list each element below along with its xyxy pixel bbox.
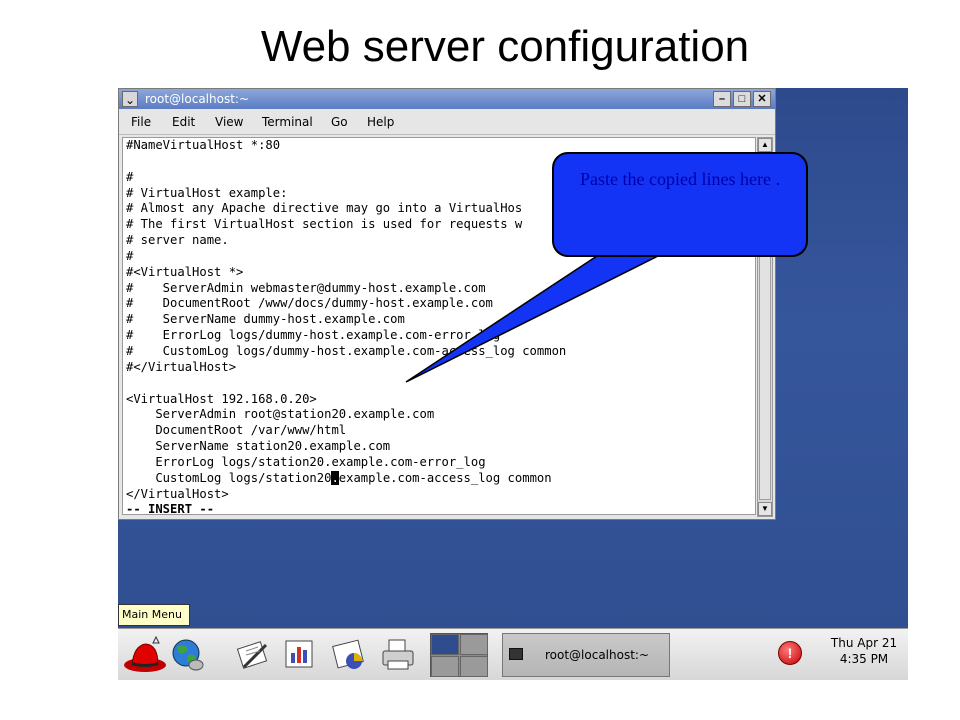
workspace-2[interactable]	[460, 634, 488, 655]
presentation-icon[interactable]	[282, 637, 318, 673]
workspace-1[interactable]	[431, 634, 459, 655]
clock-time: 4:35 PM	[839, 652, 889, 666]
terminal-line: </VirtualHost>	[126, 486, 229, 501]
scroll-down-icon[interactable]: ▼	[758, 502, 772, 516]
printer-icon[interactable]	[380, 637, 416, 673]
terminal-line: ServerAdmin root@station20.example.com	[126, 407, 435, 422]
terminal-line: # ServerAdmin webmaster@dummy-host.examp…	[126, 280, 486, 295]
terminal-line: #<VirtualHost *>	[126, 264, 244, 279]
menu-edit[interactable]: Edit	[172, 115, 195, 129]
terminal-line: #</VirtualHost>	[126, 359, 237, 374]
window-title: root@localhost:~	[145, 92, 250, 106]
terminal-line: # ServerName dummy-host.example.com	[126, 312, 405, 327]
text-cursor: .	[331, 470, 339, 485]
web-browser-icon[interactable]	[170, 637, 206, 673]
workspace-switcher[interactable]	[430, 633, 488, 677]
terminal-line: # ErrorLog logs/dummy-host.example.com-e…	[126, 328, 501, 343]
terminal-icon	[509, 648, 523, 660]
main-menu-tooltip: Main Menu	[118, 604, 190, 626]
window-menu-icon[interactable]: ⌄	[122, 91, 138, 107]
terminal-line: ErrorLog logs/station20.example.com-erro…	[126, 454, 486, 469]
menu-file[interactable]: File	[131, 115, 151, 129]
window-titlebar[interactable]: ⌄ root@localhost:~ – □ ✕	[119, 89, 775, 109]
menu-go[interactable]: Go	[331, 115, 348, 129]
redhat-main-menu-icon[interactable]	[122, 635, 168, 675]
minimize-icon[interactable]: –	[713, 91, 731, 107]
spreadsheet-icon[interactable]	[332, 637, 368, 673]
bottom-panel: root@localhost:~ ! Thu Apr 21 4:35 PM	[118, 628, 908, 680]
email-icon[interactable]	[236, 637, 272, 673]
callout-text: Paste the copied lines here .	[580, 169, 780, 189]
terminal-cursor-line: CustomLog logs/station20.example.com-acc…	[126, 470, 755, 487]
terminal-line: <VirtualHost 192.168.0.20>	[126, 391, 317, 406]
taskbar-terminal-button[interactable]: root@localhost:~	[502, 633, 670, 677]
clock-date: Thu Apr 21	[830, 636, 898, 650]
workspace-3[interactable]	[431, 656, 459, 677]
scroll-up-icon[interactable]: ▲	[758, 138, 772, 152]
clock[interactable]: Thu Apr 21 4:35 PM	[824, 635, 904, 667]
update-alert-icon[interactable]: !	[778, 641, 802, 665]
callout-bubble: Paste the copied lines here .	[552, 152, 808, 257]
terminal-line: DocumentRoot /var/www/html	[126, 423, 347, 438]
terminal-line: ServerName station20.example.com	[126, 439, 391, 454]
menu-bar: File Edit View Terminal Go Help	[119, 111, 775, 135]
menu-view[interactable]: View	[215, 115, 243, 129]
close-icon[interactable]: ✕	[753, 91, 771, 107]
cursor-line-before: CustomLog logs/station20	[126, 470, 332, 485]
workspace-4[interactable]	[460, 656, 488, 677]
maximize-icon[interactable]: □	[733, 91, 751, 107]
terminal-line: # CustomLog logs/dummy-host.example.com-…	[126, 343, 567, 358]
cursor-line-after: example.com-access_log common	[338, 470, 552, 485]
menu-terminal[interactable]: Terminal	[262, 115, 313, 129]
terminal-line: # DocumentRoot /www/docs/dummy-host.exam…	[126, 296, 493, 311]
slide-title: Web server configuration	[260, 22, 750, 71]
menu-help[interactable]: Help	[367, 115, 394, 129]
taskbar-button-label: root@localhost:~	[545, 648, 650, 662]
vim-status-line: -- INSERT --	[126, 502, 215, 515]
